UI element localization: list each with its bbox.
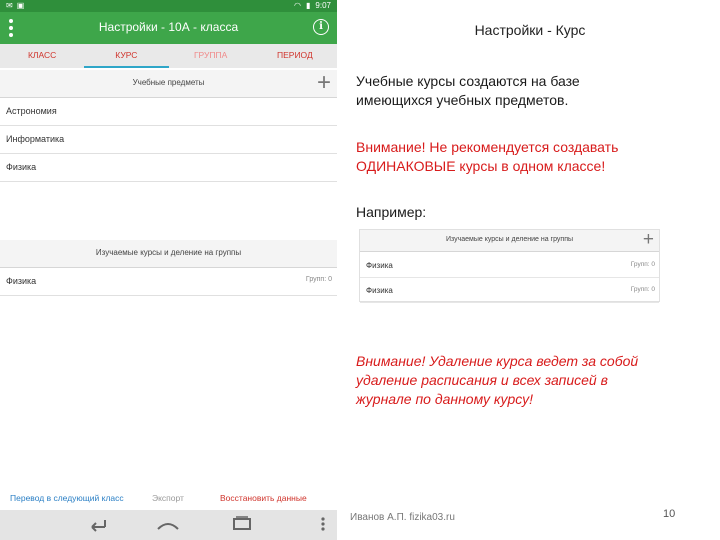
subject-row[interactable]: Информатика: [0, 126, 337, 154]
subject-name: Информатика: [6, 134, 65, 144]
example-courses-panel: Изучаемые курсы и деление на группы + Фи…: [359, 229, 660, 303]
example-label: Например:: [356, 204, 427, 220]
example-course-groups: Групп: 0: [630, 286, 655, 293]
course-groups: Групп: 0: [305, 276, 332, 283]
warning-delete: Внимание! Удаление курса ведет за собой …: [356, 352, 706, 409]
subject-row[interactable]: Астрономия: [0, 98, 337, 126]
intro-line: Учебные курсы создаются на базе: [356, 73, 580, 89]
wifi-icon: ◠: [294, 1, 302, 10]
notification-icon-2: ▣: [16, 1, 25, 10]
warning-line: Внимание! Не рекомендуется создавать: [356, 139, 619, 155]
bottom-actions: Перевод в следующий класс Экспорт Восста…: [0, 486, 337, 510]
subject-name: Астрономия: [6, 106, 57, 116]
subjects-header: Учебные предметы +: [0, 70, 337, 98]
subject-name: Физика: [6, 162, 37, 172]
intro-paragraph: Учебные курсы создаются на базе имеющихс…: [356, 72, 706, 110]
warning-line: ОДИНАКОВЫЕ курсы в одном классе!: [356, 158, 606, 174]
status-bar: ✉ ▣ ◠ ▮ 9:07: [0, 0, 337, 12]
subjects-header-label: Учебные предметы: [132, 78, 205, 87]
example-course-groups: Групп: 0: [630, 261, 655, 268]
restore-data-link[interactable]: Восстановить данные: [220, 493, 307, 503]
add-course-icon[interactable]: +: [643, 230, 654, 250]
slide-title: Настройки - Курс: [474, 22, 586, 38]
course-row[interactable]: Физика Групп: 0: [0, 268, 337, 296]
overflow-menu-icon-nav[interactable]: [318, 515, 328, 533]
warning-delete-line: Внимание! Удаление курса ведет за собой: [356, 353, 639, 369]
intro-line: имеющихся учебных предметов.: [356, 92, 569, 108]
export-link[interactable]: Экспорт: [152, 493, 184, 503]
info-icon[interactable]: i: [313, 19, 329, 35]
courses-header-label: Изучаемые курсы и деление на группы: [95, 248, 242, 257]
example-course-row[interactable]: Физика Групп: 0: [360, 253, 659, 278]
courses-header: Изучаемые курсы и деление на группы: [0, 240, 337, 268]
example-course-row[interactable]: Физика Групп: 0: [360, 278, 659, 303]
battery-icon: ▮: [306, 1, 311, 10]
example-course-name: Физика: [366, 286, 393, 295]
page-number: 10: [663, 508, 676, 520]
course-name: Физика: [6, 276, 37, 286]
app-title: Настройки - 10А - класса: [98, 20, 239, 34]
warning-delete-line: удаление расписания и всех записей в: [356, 372, 608, 388]
add-subject-icon[interactable]: +: [317, 71, 331, 95]
footer-author: Иванов А.П. fizika03.ru: [350, 512, 455, 523]
example-course-name: Физика: [366, 261, 393, 270]
warning-delete-line: журнале по данному курсу!: [356, 391, 534, 407]
notification-icon: ✉: [6, 1, 13, 10]
tab-period[interactable]: ПЕРИОД: [253, 44, 337, 68]
warning-duplicate: Внимание! Не рекомендуется создавать ОДИ…: [356, 138, 706, 176]
tab-course[interactable]: КУРС: [84, 44, 169, 68]
tab-group[interactable]: ГРУППА: [169, 44, 253, 68]
settings-tabs: КЛАСС КУРС ГРУППА ПЕРИОД: [0, 44, 337, 68]
transfer-class-link[interactable]: Перевод в следующий класс: [10, 493, 124, 503]
phone-screenshot: ✉ ▣ ◠ ▮ 9:07 Настройки - 10А - класса i …: [0, 0, 337, 540]
subject-row[interactable]: Физика: [0, 154, 337, 182]
status-time: 9:07: [315, 1, 331, 10]
example-courses-header-label: Изучаемые курсы и деление на группы: [445, 236, 574, 243]
recent-apps-icon[interactable]: [232, 515, 252, 533]
example-courses-header: Изучаемые курсы и деление на группы +: [360, 230, 659, 252]
app-bar: Настройки - 10А - класса i: [0, 12, 337, 44]
tab-class[interactable]: КЛАСС: [0, 44, 84, 68]
back-icon[interactable]: [86, 515, 108, 533]
home-icon[interactable]: [156, 515, 180, 533]
android-nav-bar: [0, 510, 337, 540]
